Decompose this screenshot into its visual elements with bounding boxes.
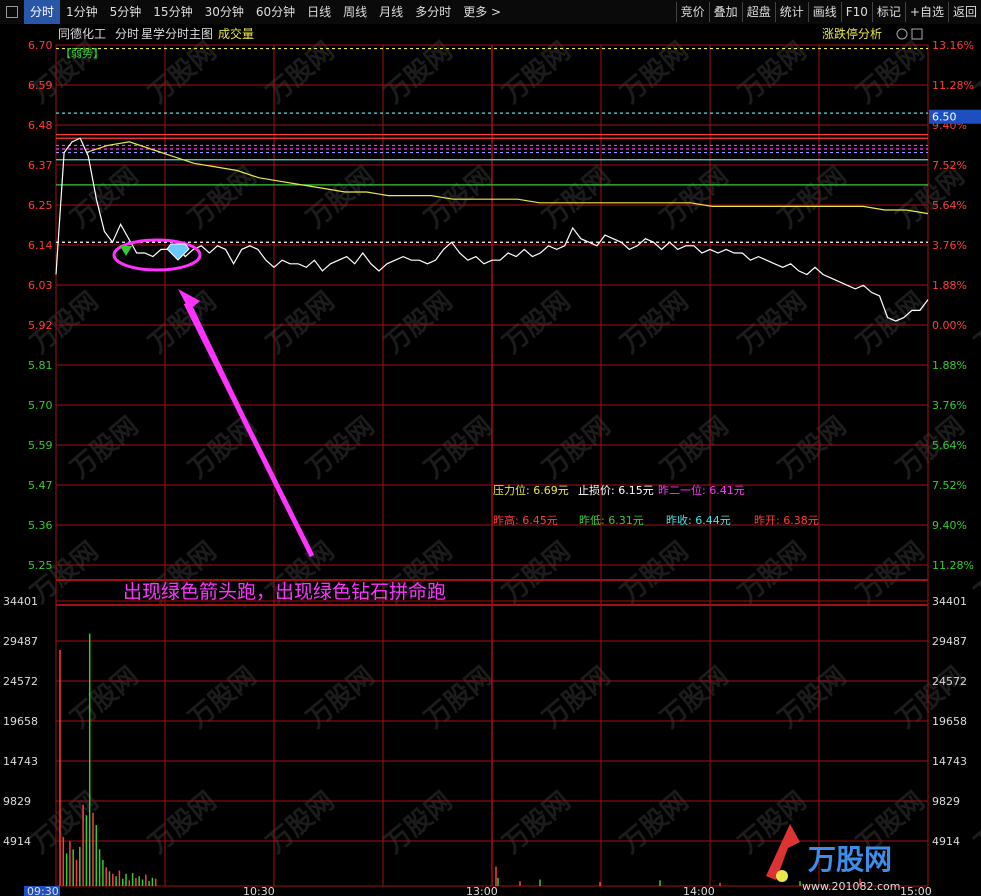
annotation-text: 出现绿色箭头跑，出现绿色钻石拼命跑 [123, 581, 446, 603]
limit-analysis-label: 涨跌停分析 [822, 26, 882, 41]
volume-tick-label: 19658 [932, 715, 967, 728]
info-row2-item: 昨开: 6.38元 [754, 514, 819, 527]
brand-name: 万股网 [808, 843, 892, 876]
info-row2-item: 昨收: 6.44元 [666, 513, 731, 527]
volume-label: 成交量 [218, 26, 254, 41]
toolbar-button-8[interactable]: 返回 [947, 2, 981, 22]
period-tab-10[interactable]: 更多 > [457, 0, 507, 24]
pct-tick-label: 5.64% [932, 199, 967, 212]
pct-tick-label: 11.28% [932, 559, 974, 572]
period-tab-8[interactable]: 月线 [373, 0, 409, 24]
toolbar-button-0[interactable]: 竞价 [675, 2, 709, 22]
info-row2-item: 昨高: 6.45元 [493, 513, 558, 527]
price-tick-label: 6.14 [28, 239, 53, 252]
price-tick-label: 6.59 [28, 79, 53, 92]
volume-tick-label: 29487 [3, 635, 38, 648]
period-tab-9[interactable]: 多分时 [409, 0, 457, 24]
toolbar-button-1[interactable]: 叠加 [708, 2, 742, 22]
time-tick-label: 13:00 [466, 885, 498, 896]
brand-url: www.201082.com [802, 880, 900, 893]
period-tab-0[interactable]: 分时 [24, 0, 61, 24]
time-tick-label: 14:00 [683, 885, 715, 896]
mode-label: 分时 [115, 27, 139, 41]
price-tick-label: 5.47 [28, 479, 53, 492]
pct-tick-label: 3.76% [932, 239, 967, 252]
volume-tick-label: 14743 [3, 755, 38, 768]
price-tick-label: 6.37 [28, 159, 53, 172]
pct-tick-label: 7.52% [932, 479, 967, 492]
current-price-label: 6.50 [932, 111, 957, 124]
price-tick-label: 6.70 [28, 39, 53, 52]
volume-tick-label: 4914 [932, 835, 960, 848]
period-tab-4[interactable]: 30分钟 [199, 0, 250, 24]
pct-tick-label: 9.40% [932, 519, 967, 532]
toolbar-button-2[interactable]: 超盘 [741, 2, 775, 22]
price-tick-label: 6.48 [28, 119, 53, 132]
price-tick-label: 6.03 [28, 279, 53, 292]
volume-tick-label: 29487 [932, 635, 967, 648]
toolbar-button-7[interactable]: +自选 [904, 2, 948, 22]
volume-tick-label: 24572 [3, 675, 38, 688]
time-tick-label: 10:30 [243, 885, 275, 896]
pct-tick-label: 11.28% [932, 79, 974, 92]
volume-tick-label: 24572 [932, 675, 967, 688]
pct-tick-label: 13.16% [932, 39, 974, 52]
volume-tick-label: 4914 [3, 835, 31, 848]
intraday-chart[interactable]: 万股网 万股网 万股网 万股网 万股网 万股网 万股网 万股网万股网 万股网 万股网 万股网 万股网万… [0, 24, 981, 896]
time-tick-label: 09:30 [27, 885, 59, 896]
stock-name: 同德化工 [58, 26, 106, 41]
pct-tick-label: 5.64% [932, 439, 967, 452]
volume-tick-label: 34401 [932, 595, 967, 608]
volume-tick-label: 14743 [932, 755, 967, 768]
panel-toggle-icon[interactable] [6, 6, 18, 18]
price-tick-label: 5.25 [28, 559, 53, 572]
period-tab-6[interactable]: 日线 [301, 0, 337, 24]
time-tick-label: 15:00 [900, 885, 932, 896]
period-toolbar: 分时 1分钟 5分钟 15分钟 30分钟 60分钟 日线 周线 月线 多分时 更多 > 竞价 叠加 超盘… [0, 0, 981, 25]
toolbar-button-3[interactable]: 统计 [774, 2, 808, 22]
price-tick-label: 5.81 [28, 359, 53, 372]
pct-tick-label: 1.88% [932, 279, 967, 292]
info-row1-item: 昨二一位: 6.41元 [658, 483, 745, 497]
period-tab-2[interactable]: 5分钟 [104, 0, 148, 24]
price-tick-label: 5.36 [28, 519, 53, 532]
period-tab-5[interactable]: 60分钟 [250, 0, 301, 24]
period-tab-7[interactable]: 周线 [337, 0, 373, 24]
toolbar-button-4[interactable]: 画线 [807, 2, 841, 22]
info-row1-item: 止损价: 6.15元 [578, 483, 654, 497]
volume-tick-label: 9829 [3, 795, 31, 808]
info-row1-item: 压力位: 6.69元 [493, 483, 569, 497]
price-tick-label: 6.25 [28, 199, 53, 212]
period-tab-1[interactable]: 1分钟 [60, 0, 104, 24]
pct-tick-label: 7.52% [932, 159, 967, 172]
period-tab-3[interactable]: 15分钟 [147, 0, 198, 24]
volume-tick-label: 9829 [932, 795, 960, 808]
signal-badge: 【弱势】 [60, 47, 104, 60]
toolbar-button-6[interactable]: 标记 [871, 2, 905, 22]
price-tick-label: 5.70 [28, 399, 53, 412]
indicator-label: 星学分时主图 [141, 26, 213, 41]
pct-tick-label: 0.00% [932, 319, 967, 332]
price-tick-label: 5.92 [28, 319, 53, 332]
volume-tick-label: 34401 [3, 595, 38, 608]
price-tick-label: 5.59 [28, 439, 53, 452]
info-row2-item: 昨低: 6.31元 [579, 514, 644, 527]
pct-tick-label: 1.88% [932, 359, 967, 372]
volume-tick-label: 19658 [3, 715, 38, 728]
toolbar-button-5[interactable]: F10 [840, 2, 872, 22]
pct-tick-label: 3.76% [932, 399, 967, 412]
